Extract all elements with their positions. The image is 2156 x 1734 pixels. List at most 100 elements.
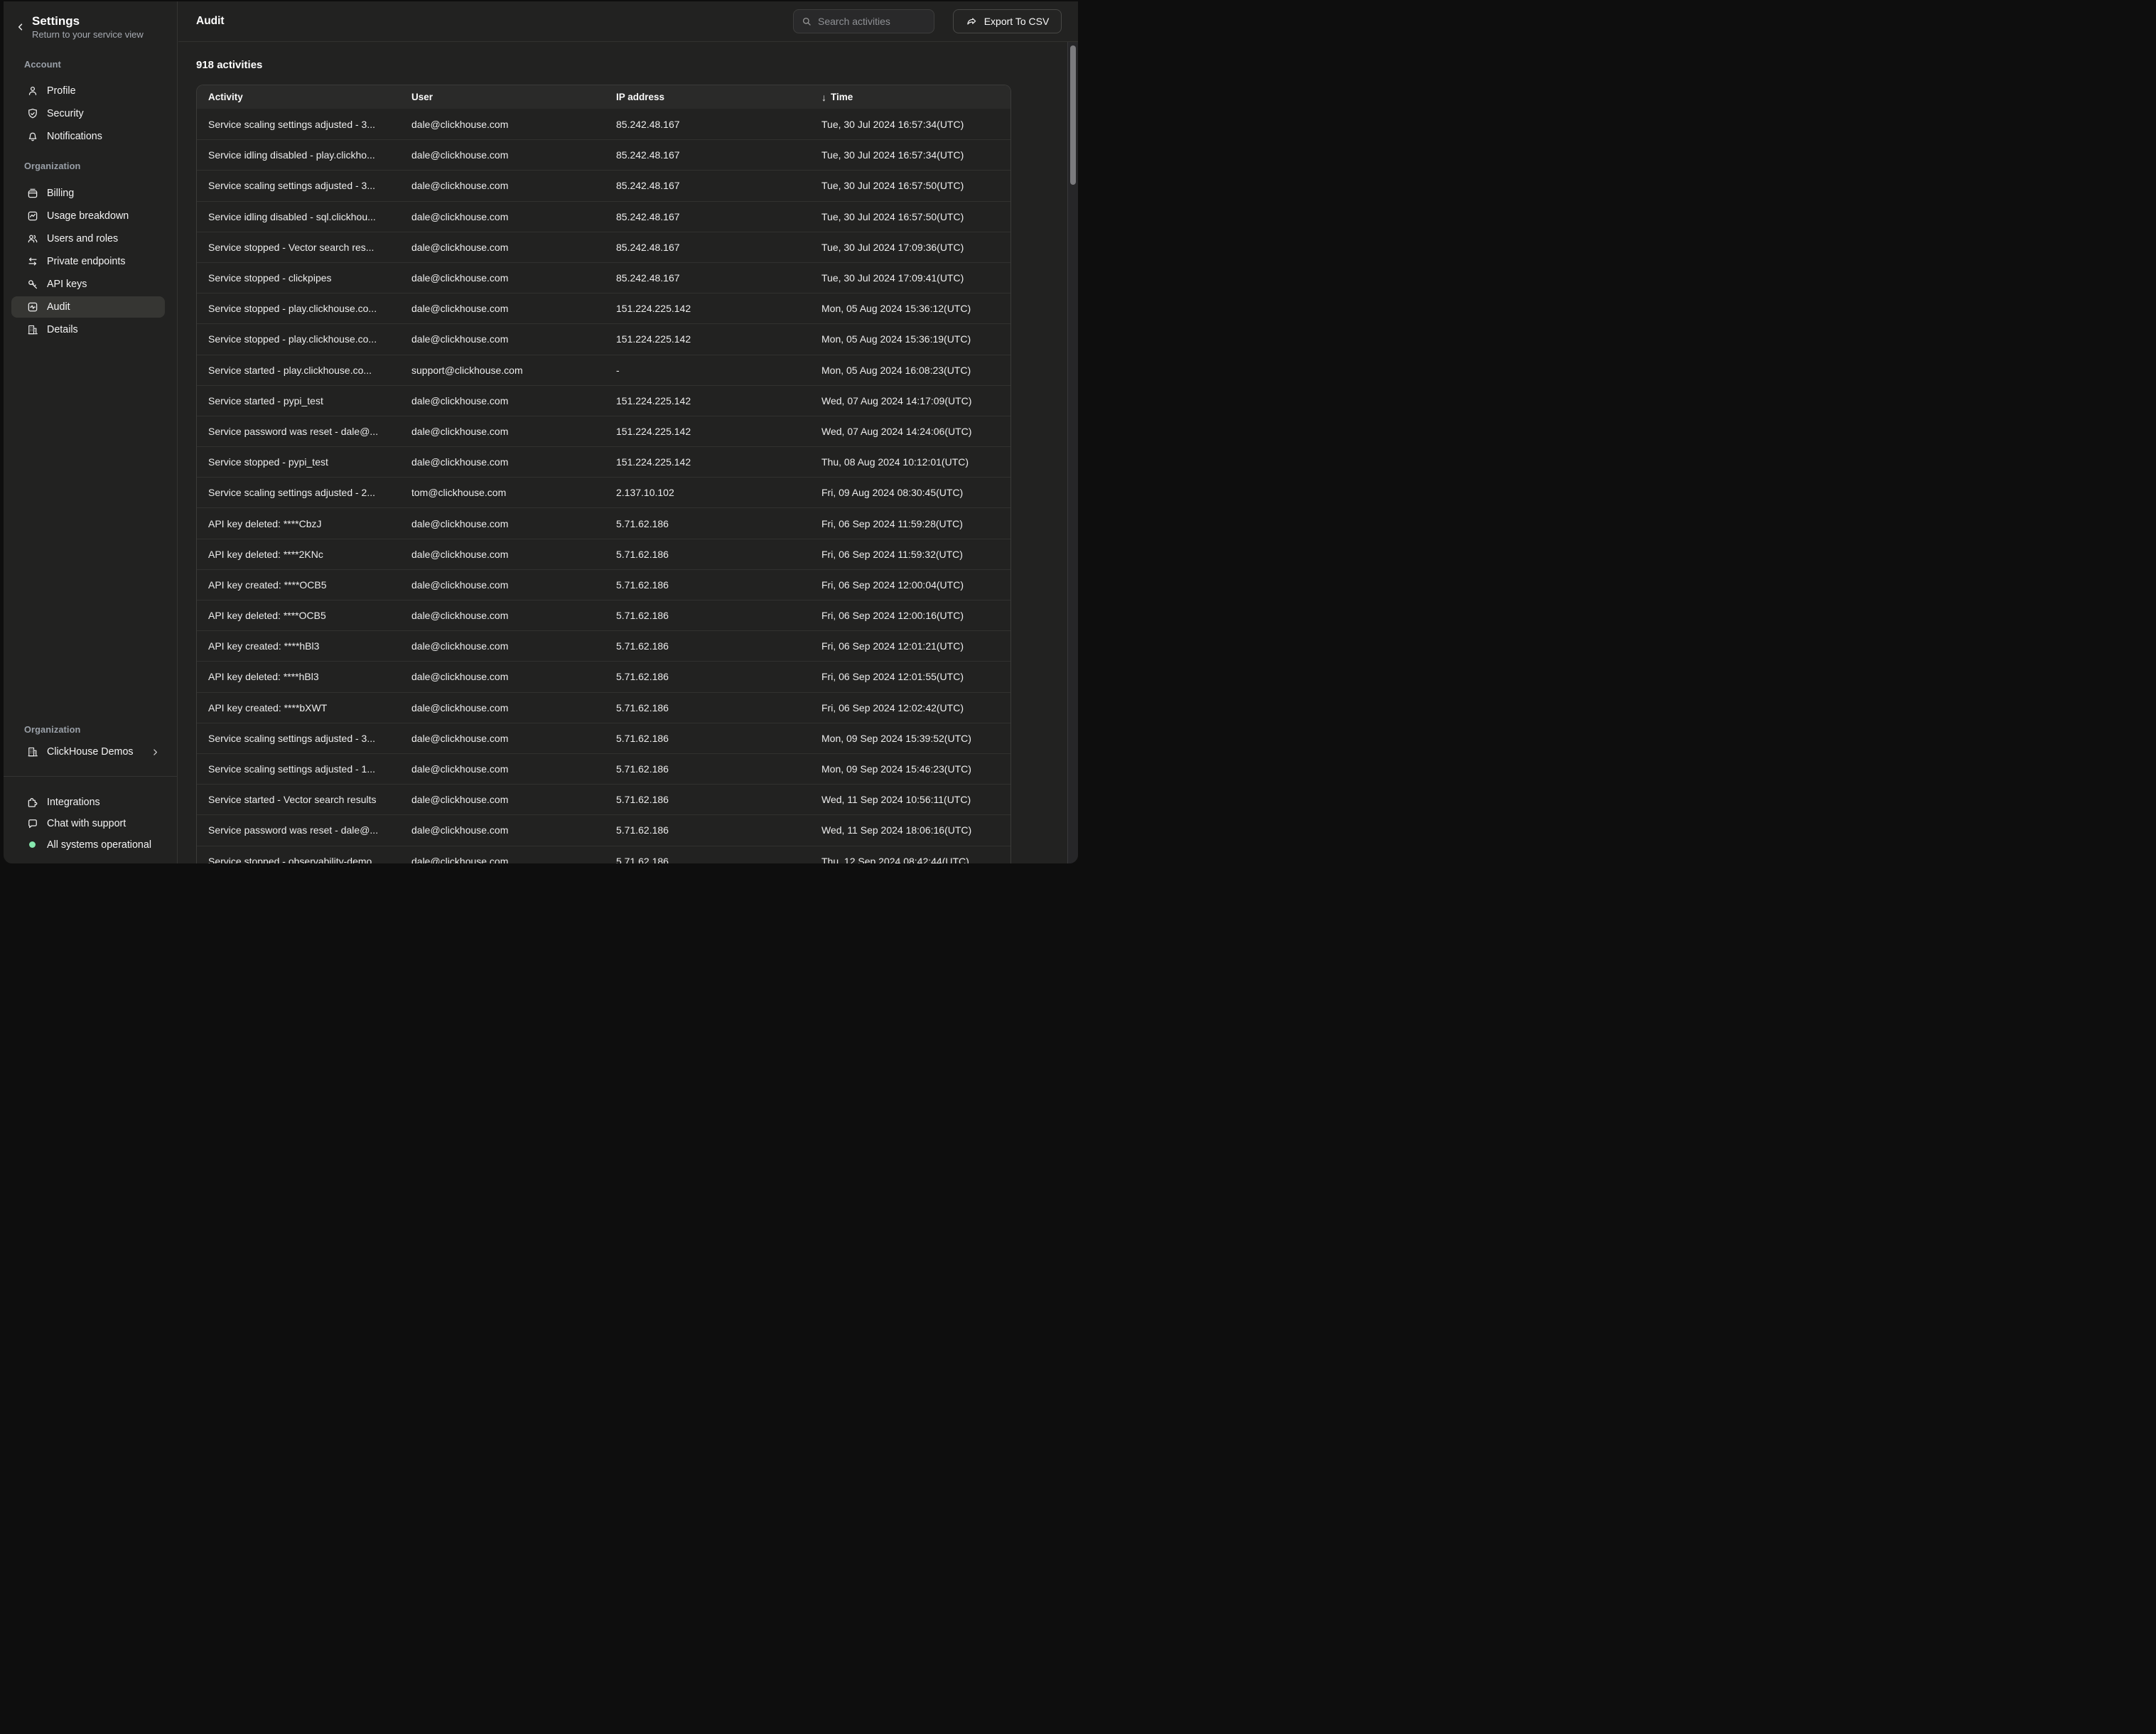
column-header-label: Activity [208, 92, 243, 102]
cell-ip: 5.71.62.186 [616, 579, 821, 591]
topbar: Audit Export To CSV [178, 1, 1078, 42]
cell-time: Tue, 30 Jul 2024 17:09:41(UTC) [821, 272, 1010, 284]
cell-ip: 5.71.62.186 [616, 763, 821, 775]
section-label-org-switcher: Organization [24, 723, 80, 736]
cell-time: Fri, 06 Sep 2024 11:59:32(UTC) [821, 549, 1010, 560]
cell-user: dale@clickhouse.com [411, 610, 616, 621]
cell-user: dale@clickhouse.com [411, 671, 616, 682]
key-icon [26, 278, 39, 291]
sidebar-footer: Integrations Chat with support All syste… [4, 792, 177, 856]
cell-time: Thu, 12 Sep 2024 08:42:44(UTC) [821, 856, 1010, 863]
sidebar-item-label: Private endpoints [47, 256, 125, 267]
table-row: Service started - play.clickhouse.co...s… [197, 355, 1010, 385]
cell-ip: 151.224.225.142 [616, 426, 821, 437]
sidebar-item-notifications[interactable]: Notifications [4, 125, 177, 148]
search-input[interactable] [818, 16, 927, 27]
sidebar-item-private-endpoints[interactable]: Private endpoints [4, 250, 177, 273]
puzzle-icon [26, 796, 39, 809]
table-row: API key created: ****OCB5dale@clickhouse… [197, 569, 1010, 600]
table-row: Service idling disabled - sql.clickhou..… [197, 201, 1010, 232]
cell-activity: Service stopped - pypi_test [197, 456, 411, 468]
scrollbar-thumb[interactable] [1070, 45, 1076, 185]
cell-user: dale@clickhouse.com [411, 180, 616, 191]
chat-with-support-link[interactable]: Chat with support [4, 813, 177, 834]
table-row: API key deleted: ****CbzJdale@clickhouse… [197, 507, 1010, 538]
cell-ip: 151.224.225.142 [616, 303, 821, 314]
cell-ip: 5.71.62.186 [616, 856, 821, 863]
cell-user: tom@clickhouse.com [411, 487, 616, 498]
sidebar-item-billing[interactable]: Billing [4, 182, 177, 205]
cell-time: Fri, 06 Sep 2024 12:01:55(UTC) [821, 671, 1010, 682]
app-window: Settings Return to your service view Acc… [4, 1, 1078, 863]
table-row: Service idling disabled - play.clickho..… [197, 139, 1010, 170]
users-icon [26, 232, 39, 245]
back-button[interactable] [14, 20, 28, 34]
cell-activity: Service password was reset - dale@... [197, 824, 411, 836]
cell-time: Fri, 06 Sep 2024 11:59:28(UTC) [821, 518, 1010, 529]
cell-ip: 151.224.225.142 [616, 395, 821, 406]
cell-user: dale@clickhouse.com [411, 549, 616, 560]
sidebar-item-details[interactable]: Details [4, 318, 177, 341]
cell-activity: API key created: ****OCB5 [197, 579, 411, 591]
org-switcher-item[interactable]: ClickHouse Demos [4, 741, 177, 763]
table-row: API key deleted: ****hBl3dale@clickhouse… [197, 661, 1010, 691]
cell-ip: 5.71.62.186 [616, 671, 821, 682]
table-row: Service scaling settings adjusted - 1...… [197, 753, 1010, 784]
sidebar-item-api-keys[interactable]: API keys [4, 273, 177, 296]
column-header-user[interactable]: User [411, 92, 616, 102]
section-label-organization: Organization [24, 160, 80, 173]
user-icon [26, 85, 39, 97]
cell-user: dale@clickhouse.com [411, 518, 616, 529]
organization-nav: Billing Usage breakdown Users and roles … [4, 182, 177, 341]
cell-time: Fri, 09 Aug 2024 08:30:45(UTC) [821, 487, 1010, 498]
account-nav: Profile Security Notifications [4, 80, 177, 148]
cell-time: Tue, 30 Jul 2024 16:57:34(UTC) [821, 119, 1010, 130]
scrollbar-track[interactable] [1067, 42, 1078, 863]
cell-activity: Service stopped - Vector search res... [197, 242, 411, 253]
sidebar-item-label: Billing [47, 188, 74, 199]
sidebar-item-security[interactable]: Security [4, 102, 177, 125]
cell-ip: 85.242.48.167 [616, 180, 821, 191]
column-header-label: IP address [616, 92, 664, 102]
building-icon [26, 323, 39, 336]
sidebar-item-audit[interactable]: Audit [4, 296, 177, 318]
cell-user: dale@clickhouse.com [411, 456, 616, 468]
column-header-activity[interactable]: Activity [197, 92, 411, 102]
cell-activity: Service stopped - play.clickhouse.co... [197, 333, 411, 345]
audit-table: Activity User IP address ↓ Time Service … [196, 85, 1011, 863]
sidebar-item-profile[interactable]: Profile [4, 80, 177, 102]
cell-time: Mon, 05 Aug 2024 15:36:12(UTC) [821, 303, 1010, 314]
settings-sidebar: Settings Return to your service view Acc… [4, 1, 178, 863]
sidebar-item-label: API keys [47, 279, 87, 290]
column-header-ip-address[interactable]: IP address [616, 92, 821, 102]
cell-time: Fri, 06 Sep 2024 12:00:04(UTC) [821, 579, 1010, 591]
sidebar-item-label: Details [47, 324, 78, 335]
export-to-csv-button[interactable]: Export To CSV [953, 9, 1062, 33]
table-row: Service password was reset - dale@...dal… [197, 416, 1010, 446]
page-title: Audit [196, 15, 225, 28]
cell-time: Wed, 11 Sep 2024 10:56:11(UTC) [821, 794, 1010, 805]
cell-user: dale@clickhouse.com [411, 824, 616, 836]
sidebar-item-label: Profile [47, 85, 76, 97]
cell-activity: API key deleted: ****2KNc [197, 549, 411, 560]
cell-user: dale@clickhouse.com [411, 242, 616, 253]
cell-time: Wed, 07 Aug 2024 14:24:06(UTC) [821, 426, 1010, 437]
search-box [793, 9, 934, 33]
sidebar-item-usage-breakdown[interactable]: Usage breakdown [4, 205, 177, 227]
footer-item-label: Integrations [47, 797, 100, 808]
chevron-right-icon [151, 748, 160, 757]
cell-time: Tue, 30 Jul 2024 16:57:50(UTC) [821, 180, 1010, 191]
cell-user: dale@clickhouse.com [411, 149, 616, 161]
system-status-link[interactable]: All systems operational [4, 834, 177, 856]
cell-activity: Service scaling settings adjusted - 3... [197, 119, 411, 130]
chevron-left-icon [16, 22, 26, 32]
cell-ip: 2.137.10.102 [616, 487, 821, 498]
column-header-time[interactable]: ↓ Time [821, 92, 1010, 103]
footer-item-label: Chat with support [47, 818, 126, 829]
cell-time: Fri, 06 Sep 2024 12:00:16(UTC) [821, 610, 1010, 621]
sidebar-item-users-and-roles[interactable]: Users and roles [4, 227, 177, 250]
table-row: Service stopped - play.clickhouse.co...d… [197, 323, 1010, 354]
cell-user: dale@clickhouse.com [411, 119, 616, 130]
integrations-link[interactable]: Integrations [4, 792, 177, 813]
cell-ip: 151.224.225.142 [616, 333, 821, 345]
